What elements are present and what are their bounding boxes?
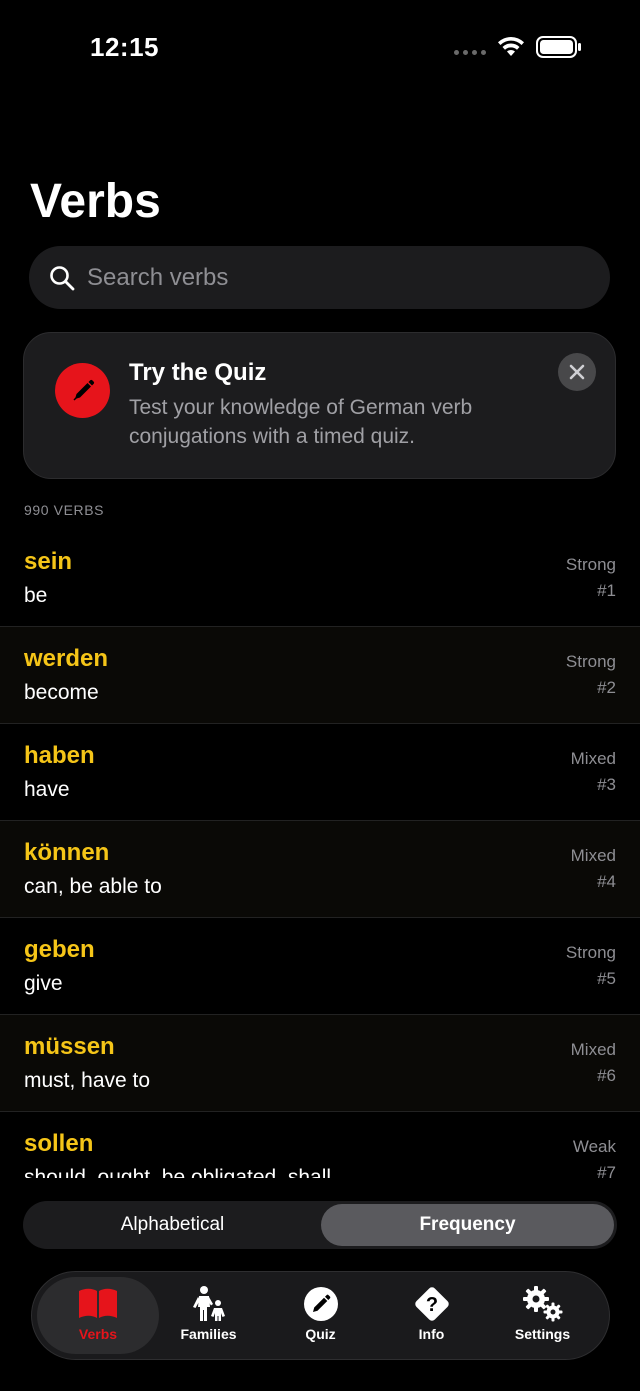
tab-verbs[interactable]: Verbs xyxy=(37,1277,159,1354)
verb-rank: #1 xyxy=(597,581,616,600)
search-input[interactable] xyxy=(87,246,587,309)
sort-segmented-control[interactable]: Alphabetical Frequency xyxy=(23,1201,617,1249)
cellular-signal-icon xyxy=(454,50,486,55)
verb-row[interactable]: müssen must, have to Mixed #6 xyxy=(0,1015,640,1112)
pencil-icon xyxy=(55,363,110,418)
verb-row[interactable]: geben give Strong #5 xyxy=(0,918,640,1015)
tab-quiz[interactable]: Quiz xyxy=(265,1277,376,1354)
verb-row[interactable]: können can, be able to Mixed #4 xyxy=(0,821,640,918)
verb-type: Strong xyxy=(565,943,616,962)
tab-label: Info xyxy=(418,1326,445,1342)
verb-name: können xyxy=(24,839,110,866)
verb-name: geben xyxy=(24,936,95,963)
verb-name: haben xyxy=(24,742,95,769)
svg-text:?: ? xyxy=(425,1294,437,1316)
sort-frequency-option[interactable]: Frequency xyxy=(321,1204,614,1246)
tab-label: Quiz xyxy=(305,1326,336,1342)
tab-label: Families xyxy=(180,1326,237,1342)
book-icon xyxy=(79,1288,117,1318)
verb-meaning: can, be able to xyxy=(24,875,162,898)
verb-name: müssen xyxy=(24,1033,115,1060)
verb-type: Mixed xyxy=(570,749,616,768)
verb-row[interactable]: sein be Strong #1 xyxy=(0,530,640,627)
close-button[interactable] xyxy=(558,353,596,391)
verb-list[interactable]: sein be Strong #1 werden become Strong #… xyxy=(0,530,640,1178)
status-time: 12:15 xyxy=(90,32,159,62)
verb-type: Strong xyxy=(565,555,616,574)
page-title: Verbs xyxy=(30,175,161,228)
verb-meaning: be xyxy=(24,584,48,607)
verb-rank: #7 xyxy=(597,1163,616,1178)
quiz-card-title: Try the Quiz xyxy=(129,359,267,386)
verb-name: werden xyxy=(24,645,109,672)
battery-icon xyxy=(536,36,581,58)
verb-row[interactable]: werden become Strong #2 xyxy=(0,627,640,724)
status-bar: 12:15 xyxy=(0,0,640,90)
verb-rank: #6 xyxy=(597,1066,616,1085)
verb-type: Strong xyxy=(565,652,616,671)
tab-info[interactable]: ? Info xyxy=(376,1277,487,1354)
verb-meaning: should, ought, be obligated, shall xyxy=(24,1166,332,1178)
verb-type: Mixed xyxy=(570,1040,616,1059)
verb-meaning: give xyxy=(24,972,63,995)
verb-rank: #5 xyxy=(597,969,616,988)
question-icon: ? xyxy=(414,1287,449,1321)
search-icon xyxy=(50,266,75,291)
gears-icon xyxy=(522,1286,562,1322)
verb-meaning: have xyxy=(24,778,70,801)
family-icon xyxy=(192,1286,225,1321)
tab-families[interactable]: Families xyxy=(153,1277,264,1354)
verb-row[interactable]: sollen should, ought, be obligated, shal… xyxy=(0,1112,640,1178)
pencil-icon xyxy=(303,1287,338,1321)
tab-label: Verbs xyxy=(78,1326,118,1342)
tab-settings[interactable]: Settings xyxy=(487,1277,598,1354)
verb-name: sein xyxy=(24,548,73,575)
tab-label: Settings xyxy=(514,1326,571,1342)
quiz-promo-card[interactable]: Try the Quiz Test your knowledge of Germ… xyxy=(23,332,616,479)
verb-count-label: 990 VERBS xyxy=(24,502,105,518)
verb-type: Mixed xyxy=(570,846,616,865)
tab-bar: Verbs Families Quiz ? Info Settings xyxy=(31,1271,610,1360)
verb-rank: #2 xyxy=(597,678,616,697)
verb-type: Weak xyxy=(572,1137,616,1156)
verb-meaning: become xyxy=(24,681,99,704)
search-bar[interactable] xyxy=(29,246,610,309)
verb-meaning: must, have to xyxy=(24,1069,151,1092)
verb-row[interactable]: haben have Mixed #3 xyxy=(0,724,640,821)
sort-alphabetical-option[interactable]: Alphabetical xyxy=(26,1204,319,1246)
close-icon xyxy=(569,364,585,380)
wifi-icon xyxy=(498,36,524,56)
verb-name: sollen xyxy=(24,1130,94,1157)
verb-rank: #4 xyxy=(597,872,616,891)
verb-rank: #3 xyxy=(597,775,616,794)
quiz-card-description: Test your knowledge of German verb conju… xyxy=(129,396,473,448)
